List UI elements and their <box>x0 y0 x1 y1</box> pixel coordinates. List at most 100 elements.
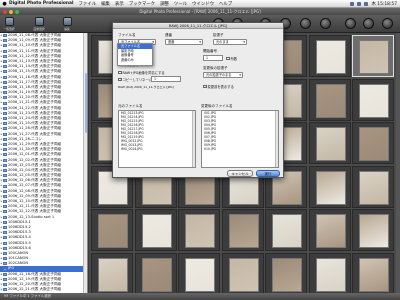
sequence-select[interactable]: 連番 <box>165 39 203 45</box>
image-thumbnail[interactable] <box>178 209 220 251</box>
transfer-icon[interactable] <box>345 18 356 29</box>
toolbar-label: 編集 <box>64 27 70 31</box>
convert-icon[interactable] <box>363 18 374 29</box>
minimize-window-icon[interactable] <box>9 9 13 14</box>
edit-icon <box>62 17 72 26</box>
menu-adjust[interactable]: 調整 <box>160 1 169 7</box>
folder-icon <box>3 163 7 167</box>
toolbar-button-select[interactable]: 画像選択 <box>33 17 45 31</box>
image-thumbnail[interactable] <box>308 35 351 77</box>
before-file-list[interactable]: MG_01213.JPG MG_01214.JPG MG_01215.JPG MG_0… <box>118 110 196 168</box>
folder-tree[interactable]: ▸ 2006_11_08-代表 大阪正子同級 ▸ 2006_11_09-代表 大阪正子… <box>0 33 88 293</box>
folder-icon <box>3 179 7 183</box>
menu-edit[interactable]: 編集 <box>101 1 110 7</box>
grid-scrollbar[interactable] <box>396 33 400 293</box>
show-before-checkbox[interactable]: ✓ 変更前を表示する <box>203 84 234 89</box>
window-title: Digital Photo Professional - [RAW] 2006_… <box>139 9 261 14</box>
wifi-icon[interactable] <box>364 2 369 6</box>
image-thumbnail[interactable] <box>134 252 177 293</box>
menu-tools[interactable]: ツール <box>174 1 187 7</box>
app-menu[interactable]: Digital Photo Professional <box>9 1 74 6</box>
close-window-icon[interactable] <box>3 9 7 14</box>
image-thumbnail[interactable] <box>308 122 351 164</box>
folder-tree-item[interactable]: ▸ 2006_12_21-代表 大阪正子同級 <box>0 287 87 292</box>
cancel-button[interactable]: キャンセル <box>227 170 253 177</box>
menu-file[interactable]: ファイル <box>79 1 97 7</box>
folder-icon <box>3 267 7 271</box>
image-thumbnail[interactable] <box>352 252 394 293</box>
image-thumbnail[interactable] <box>265 209 307 251</box>
file-list-item[interactable]: 010.JPG <box>202 147 278 151</box>
image-thumbnail[interactable] <box>221 209 264 251</box>
folder-icon <box>3 215 7 219</box>
folder-icon <box>3 111 7 115</box>
menu-window[interactable]: ウインドウ <box>192 1 214 7</box>
image-thumbnail[interactable] <box>352 35 394 77</box>
photo-image <box>185 257 215 292</box>
execute-button[interactable]: 実行 <box>256 170 280 177</box>
folder-icon <box>3 54 7 58</box>
list-scrollbar[interactable] <box>192 111 195 167</box>
image-thumbnail[interactable] <box>134 209 177 251</box>
menu-help[interactable]: ヘルプ <box>219 1 232 7</box>
folder-icon <box>3 101 7 105</box>
file-name-label: ファイル名 <box>118 33 136 37</box>
photo-image <box>272 214 302 248</box>
image-icon <box>34 17 44 26</box>
folder-icon <box>3 288 7 292</box>
new-extension-select[interactable]: 元の拡張子のまま <box>203 72 243 78</box>
checkbox-label: RAW+JPG画像を同名にする <box>122 71 165 75</box>
raw-jpg-same-name-checkbox[interactable]: RAW+JPG画像を同名にする <box>118 70 165 75</box>
file-list-item[interactable]: IMG_0014.JPG <box>119 147 195 151</box>
toolbar-button-edit[interactable]: 編集 <box>61 17 73 31</box>
stamp-icon[interactable] <box>300 18 311 29</box>
zoom-window-icon[interactable] <box>15 9 19 14</box>
photo-image <box>315 257 346 292</box>
extension-select[interactable]: 元のまま <box>213 39 247 45</box>
scrollbar-thumb[interactable] <box>84 73 87 133</box>
image-thumbnail[interactable] <box>221 252 264 293</box>
menu-view[interactable]: 表示 <box>115 1 124 7</box>
list-scrollbar[interactable] <box>275 111 278 167</box>
photo-image <box>359 83 389 118</box>
volume-icon[interactable] <box>357 2 362 6</box>
menu-bookmark[interactable]: ブックマーク <box>129 1 155 7</box>
folder-icon <box>3 80 7 84</box>
folder-icon <box>3 246 7 250</box>
image-thumbnail[interactable] <box>91 252 133 293</box>
apple-menu-icon[interactable]: ● <box>0 1 9 7</box>
image-thumbnail[interactable] <box>308 165 351 208</box>
sidebar-scrollbar[interactable] <box>83 33 87 293</box>
before-list-label: 元のファイル名 <box>118 104 143 108</box>
folder-icon <box>3 96 7 100</box>
toolbar-button-list[interactable]: 一覧選択 <box>3 17 15 31</box>
copy-rename-checkbox[interactable]: ✓ コピーしてリネーム <box>118 77 152 82</box>
image-thumbnail[interactable] <box>265 252 307 293</box>
after-file-list[interactable]: 001.JPG 002.JPG 003.JPG 004.JPG 005.JPG 006.J… <box>201 110 279 168</box>
dialog-title: RAW] 2006_11_11-クロエル [JPG] <box>113 23 283 29</box>
image-thumbnail[interactable] <box>352 165 394 208</box>
start-number-input[interactable]: 1 <box>203 55 223 61</box>
folder-icon <box>3 200 7 204</box>
photo-image <box>228 257 259 292</box>
image-thumbnail[interactable] <box>308 209 351 251</box>
file-name-popup-menu: 元ファイル名 撮影日時 画像番号 連番のみ <box>117 43 153 66</box>
status-icon[interactable] <box>350 2 355 6</box>
popup-menu-item[interactable]: 連番のみ <box>118 58 152 63</box>
image-thumbnail[interactable] <box>91 209 133 251</box>
menu-clock[interactable]: 木 15:18:57 <box>371 1 397 7</box>
image-thumbnail[interactable] <box>352 122 394 164</box>
print-icon[interactable] <box>320 18 331 29</box>
folder-icon <box>3 189 7 193</box>
image-thumbnail[interactable] <box>308 252 351 293</box>
menu-bar: ● Digital Photo Professional ファイル 編集 表示 … <box>0 0 400 8</box>
photo-image <box>315 214 346 248</box>
batch-icon[interactable] <box>382 18 393 29</box>
image-thumbnail[interactable] <box>352 209 394 251</box>
digits-input[interactable]: 1 <box>151 76 181 82</box>
image-thumbnail[interactable] <box>178 252 220 293</box>
image-thumbnail[interactable] <box>352 78 394 121</box>
image-thumbnail[interactable] <box>308 78 351 121</box>
folder-icon <box>3 262 7 266</box>
digits-checkbox[interactable]: 桁数 <box>226 56 237 61</box>
